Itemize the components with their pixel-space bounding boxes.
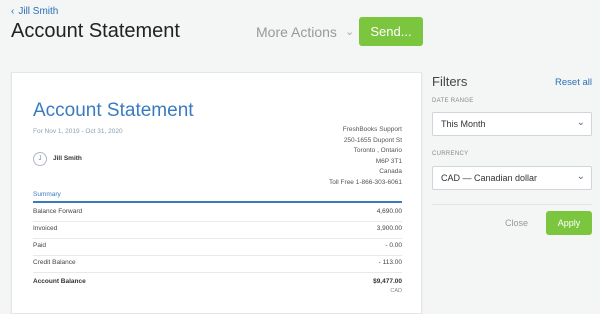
row-value: - 0.00	[385, 242, 402, 249]
company-city: Toronto , Ontario	[353, 147, 402, 154]
company-name: FreshBooks Support	[342, 126, 402, 133]
account-balance-currency: CAD	[390, 288, 402, 294]
filters-divider	[432, 204, 592, 205]
date-range-select[interactable]: This Month ⌄	[432, 112, 592, 136]
company-phone: Toll Free 1-866-303-6061	[329, 178, 402, 186]
summary-label: Summary	[33, 191, 61, 198]
summary-row: Balance Forward 4,690.00	[33, 204, 402, 222]
currency-value: CAD — Canadian dollar	[441, 173, 538, 183]
date-range-value: This Month	[441, 119, 486, 129]
close-button[interactable]: Close	[505, 218, 528, 228]
chevron-down-icon: ⌄	[576, 171, 585, 182]
company-street: 250-1655 Dupont St	[343, 136, 402, 144]
summary-row: Paid - 0.00	[33, 238, 402, 256]
summary-row: Credit Balance - 113.00	[33, 255, 402, 273]
summary-divider	[33, 201, 402, 203]
company-country: Canada	[379, 168, 402, 175]
row-label: Credit Balance	[33, 259, 76, 266]
more-actions-label: More Actions	[256, 24, 337, 40]
row-label: Invoiced	[33, 225, 58, 232]
top-bar: ‹ Jill Smith Account Statement More Acti…	[0, 0, 600, 62]
statement-date-range: For Nov 1, 2019 - Oct 31, 2020	[33, 128, 123, 135]
currency-label: CURRENCY	[432, 151, 469, 157]
more-actions-dropdown[interactable]: More Actions ⌄	[256, 24, 354, 40]
row-value: 3,900.00	[376, 225, 402, 232]
chevron-down-icon: ⌄	[344, 25, 355, 38]
send-button[interactable]: Send...	[359, 17, 423, 46]
account-balance-value: $9,477.00	[373, 278, 402, 285]
account-balance-label: Account Balance	[33, 278, 86, 285]
back-link[interactable]: ‹ Jill Smith	[11, 6, 58, 17]
filters-title: Filters	[432, 74, 468, 89]
row-label: Balance Forward	[33, 208, 83, 215]
chevron-left-icon: ‹	[11, 5, 15, 17]
summary-row: Invoiced 3,900.00	[33, 221, 402, 239]
statement-document: Account Statement For Nov 1, 2019 - Oct …	[11, 72, 422, 314]
row-value: 4,690.00	[376, 208, 402, 215]
avatar: J	[33, 152, 47, 166]
date-range-label: DATE RANGE	[432, 98, 474, 104]
back-link-label: Jill Smith	[18, 6, 59, 17]
company-address: FreshBooks Support 250-1655 Dupont St To…	[329, 125, 402, 188]
chevron-down-icon: ⌄	[576, 117, 585, 128]
reset-all-link[interactable]: Reset all	[555, 77, 592, 88]
row-label: Paid	[33, 242, 47, 249]
account-balance-row: Account Balance $9,477.00 CAD	[33, 278, 402, 294]
currency-select[interactable]: CAD — Canadian dollar ⌄	[432, 166, 592, 190]
company-postal: M6P 3T1	[375, 157, 402, 165]
page-title: Account Statement	[11, 20, 180, 42]
client-name: Jill Smith	[53, 155, 82, 162]
apply-button[interactable]: Apply	[546, 211, 592, 235]
statement-title: Account Statement	[33, 100, 194, 121]
row-value: - 113.00	[378, 259, 402, 266]
